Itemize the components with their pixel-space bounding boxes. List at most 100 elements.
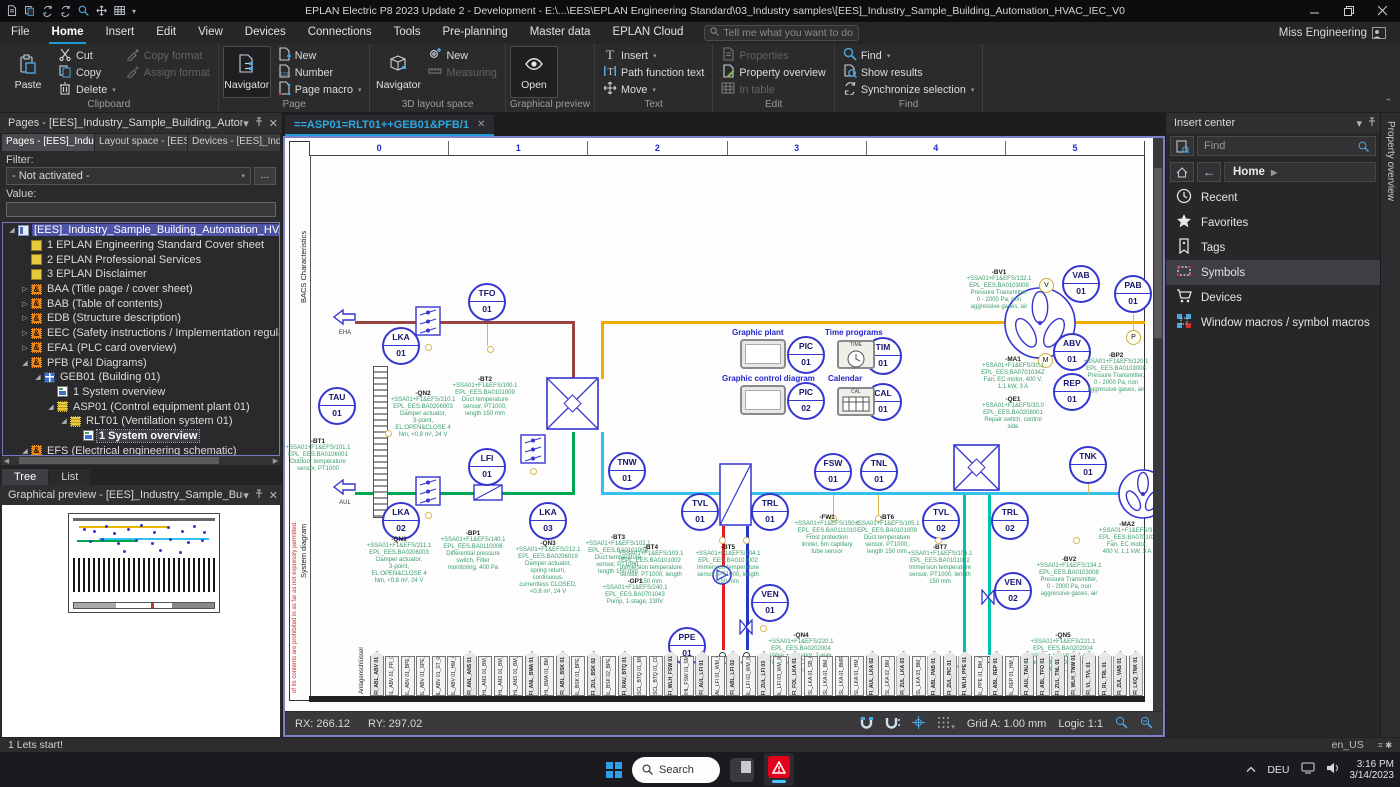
minimize-button[interactable] [1298,0,1332,22]
function-tag[interactable]: IHL_FSW 01_SM_01 [680,656,694,696]
function-tag[interactable]: IL_ABV 01_HM_01 [447,656,461,696]
menu-tab-pre-planning[interactable]: Pre-planning [432,22,519,44]
tray-clock[interactable]: 3:16 PM 3/14/2023 [1350,759,1395,781]
tree-expander-icon[interactable]: ▷ [20,285,30,293]
redo-icon[interactable] [60,5,72,17]
value-input[interactable] [6,202,276,217]
tree-expander-icon[interactable]: ◢ [7,226,17,234]
start-button[interactable] [606,762,622,778]
function-tag[interactable]: FI_WLH_TNW 01 [1067,651,1081,696]
function-tag[interactable]: SL_LKA 01_BMR_01 [835,656,849,696]
function-tag[interactable]: FI_WLH_PPE 01 [958,651,972,696]
function-tag[interactable]: FI_ANL_ANS 01 [463,651,477,696]
copy-button[interactable]: Copy [54,64,120,81]
menu-tab-insert[interactable]: Insert [94,22,145,44]
insert-center-icon[interactable] [1170,136,1194,156]
insert-center-item-devices[interactable]: Devices [1166,285,1380,310]
instrument-bubble-fsw01[interactable]: FSW01 [814,453,852,491]
function-tag[interactable]: IL_PPE 01_BM_01 [974,656,988,696]
preview-close-icon[interactable]: ✕ [269,489,278,502]
undo-list-icon[interactable] [78,5,90,17]
instrument-bubble-lka01[interactable]: LKA01 [382,327,420,365]
function-tag[interactable]: SL_LKA 01_BM_01 [819,656,833,696]
undo-icon[interactable] [42,5,54,17]
tab-tree[interactable]: Tree [2,469,48,485]
move-button[interactable]: Move▾ [599,81,708,98]
function-tag[interactable]: FI_ABL_LFI 02 [726,651,740,696]
navigator-tab-0[interactable]: Pages - [EES]_Industr... [2,134,94,151]
preview-pin-icon[interactable] [255,489,263,502]
document-tab[interactable]: ==ASP01=RLT01++GEB01&PFB/1 ✕ [285,115,494,136]
instrument-bubble-lfi01[interactable]: LFI01 [468,448,506,486]
new-page-icon[interactable] [6,5,18,17]
function-tag[interactable]: IL_LFI 02_WM_01 [742,656,756,696]
grid-toggle-icon[interactable]: ▾ [937,716,955,732]
function-tag[interactable]: FI_ZUL_LKA 03 [896,651,910,696]
tree-item[interactable]: 3 EPLAN Disclaimer [3,267,279,282]
function-tag[interactable]: FI_ZUL_PIC 01 [943,651,957,696]
function-tag[interactable]: IL_BSK 01_BPE_01 [571,656,585,696]
insert-center-item-favorites[interactable]: Favorites [1166,210,1380,235]
menu-tab-file[interactable]: File [0,22,41,44]
document-tab-close-icon[interactable]: ✕ [477,119,485,130]
tree-expander-icon[interactable]: ◢ [33,373,43,381]
preview-menu-icon[interactable]: ▾ [243,489,249,502]
function-tag[interactable]: FI_VL_TVL 01 [1082,651,1096,696]
canvas-vscrollbar[interactable] [1153,138,1163,711]
breadcrumb[interactable]: Home ▶ [1224,162,1376,182]
panel-close-icon[interactable]: ✕ [269,117,278,130]
synchronize-selection-button[interactable]: Synchronize selection▾ [839,81,979,98]
function-tag[interactable]: IL_ABV 01_FR_01 [385,656,399,696]
instrument-bubble-trl02[interactable]: TRL02 [991,502,1029,540]
insert-button[interactable]: TInsert▾ [599,47,708,64]
tree-item[interactable]: ◢GEB01 (Building 01) [3,370,279,385]
tree-expander-icon[interactable]: ▷ [20,314,30,322]
insert-center-item-window[interactable]: Window macros / symbol macros [1166,310,1380,335]
function-tag[interactable]: FI_ABL_BSK 01 [556,651,570,696]
center-icon[interactable] [912,716,925,732]
function-tag[interactable]: FI_ZUL_LFI 03 [757,651,771,696]
function-tag[interactable]: FI_RL_TRL 01 [1098,651,1112,696]
function-tag[interactable]: SL_LKA 01_SB_01 [804,656,818,696]
insert-center-find-input[interactable]: Find [1197,136,1376,156]
menu-tab-home[interactable]: Home [41,22,95,44]
menu-tab-connections[interactable]: Connections [297,22,383,44]
page-thumbnail[interactable] [68,513,220,613]
find-button[interactable]: Find▾ [839,47,979,64]
schematic-canvas[interactable]: 012345BACS CharacteristicsSystem diagram… [285,138,1153,711]
instrument-bubble-tvl01[interactable]: TVL01 [681,493,719,531]
zoom-out-icon[interactable] [1115,716,1128,732]
more-icon[interactable]: ▾ [132,5,136,17]
tree-item[interactable]: ▷&BAB (Table of contents) [3,296,279,311]
menu-tab-devices[interactable]: Devices [234,22,297,44]
filter-more-button[interactable]: ... [254,167,276,185]
tree-item[interactable]: 1 System overview [3,429,279,444]
navigator-tab-2[interactable]: Devices - [EES]_Indus... [188,134,280,151]
menu-tab-edit[interactable]: Edit [145,22,187,44]
navigator-tab-1[interactable]: Layout space - [EES]_... [95,134,187,151]
navigator-button[interactable]: Navigator [223,46,271,98]
user-account[interactable]: Miss Engineering [1279,27,1400,39]
ribbon-collapse-icon[interactable]: ⌃ [1384,97,1392,108]
function-tag[interactable]: FI_AUL_LKA 02 [866,651,880,696]
instrument-bubble-lka03[interactable]: LKA03 [529,502,567,540]
tree-item[interactable]: ▷&EDB (Structure description) [3,311,279,326]
menu-tab-view[interactable]: View [187,22,234,44]
function-tag[interactable]: FI_FOL_LKA 01 [788,651,802,696]
open-button[interactable]: Open [510,46,558,98]
function-tag[interactable]: IL_LFI 03_WM_01 [773,656,787,696]
show-results-button[interactable]: Show results [839,64,979,81]
restore-button[interactable] [1332,0,1366,22]
function-tag[interactable]: FI_ZUL_BSK 02 [587,651,601,696]
instrument-bubble-ven01[interactable]: VEN01 [751,584,789,622]
back-icon[interactable]: ← [1197,162,1221,182]
function-tag[interactable]: FI_RAU_BTQ 01 [618,651,632,696]
tree-hscrollbar[interactable]: ◀▶ [2,456,280,465]
function-tag[interactable]: FI_ABL_ABV 01 [370,651,384,696]
form-icon[interactable] [114,5,126,17]
tree-expander-icon[interactable]: ◢ [46,403,56,411]
tree-item[interactable]: ▷&EFA1 (PLC card overview) [3,341,279,356]
property-overview-button[interactable]: Property overview [717,64,829,81]
function-tag[interactable]: FI_ABL_PAB 01 [927,651,941,696]
redo-list-icon[interactable] [96,5,108,17]
